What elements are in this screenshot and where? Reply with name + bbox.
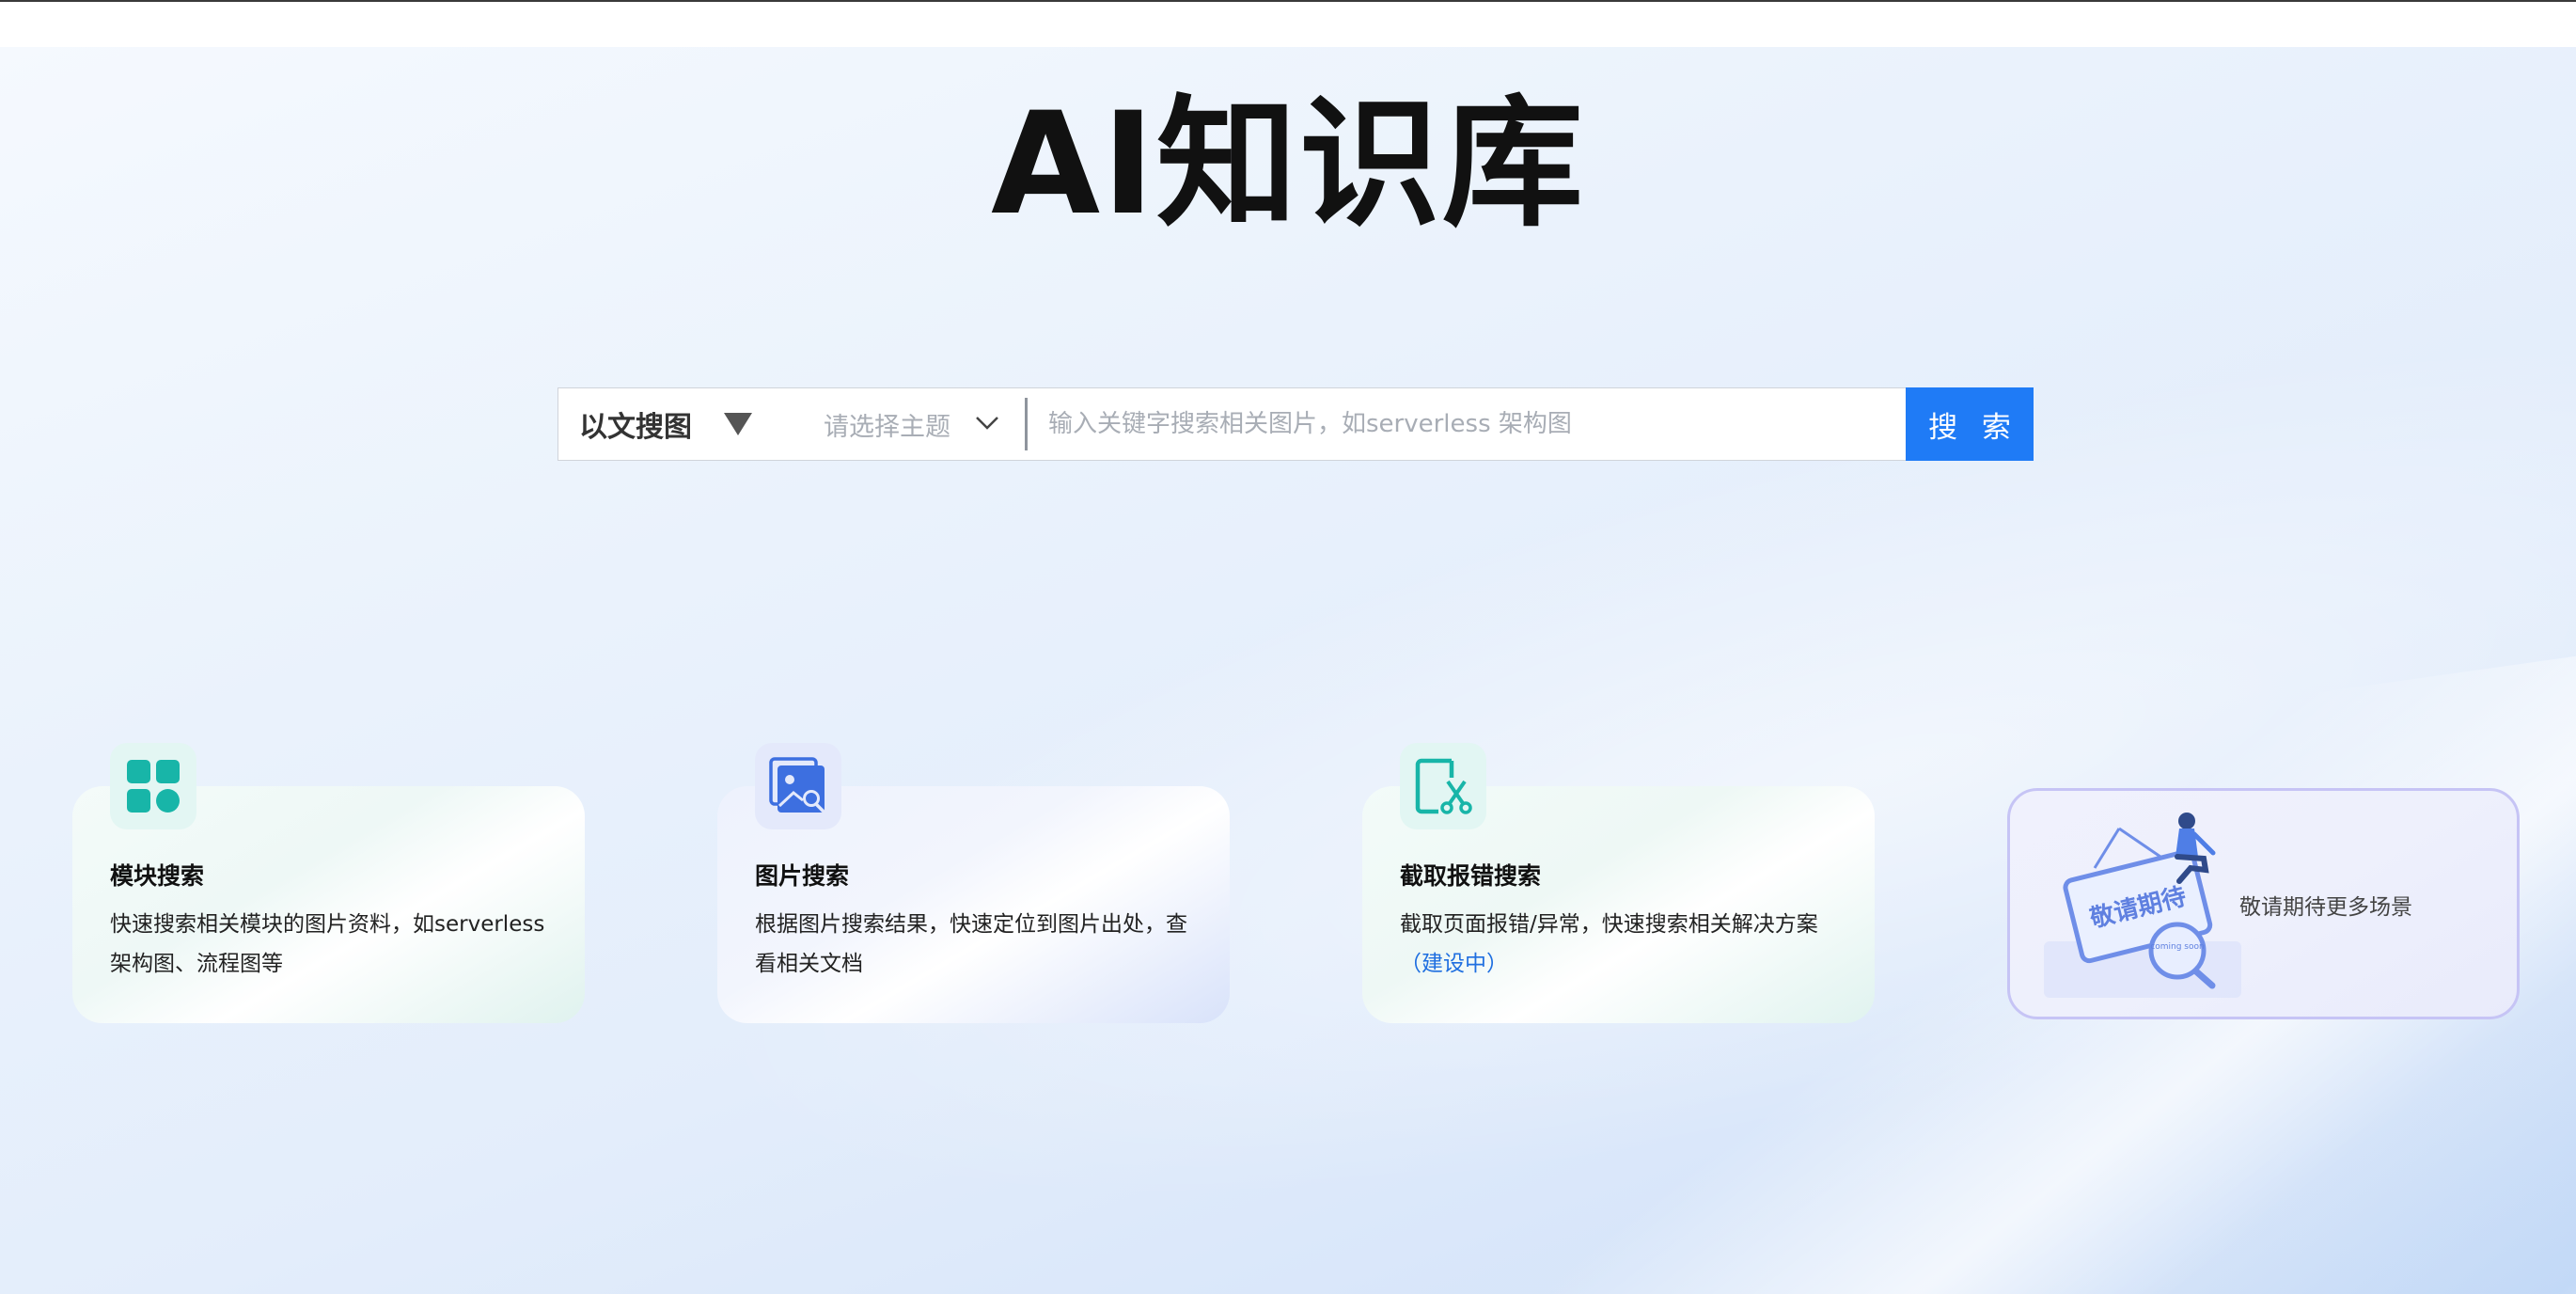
- grid-blocks-icon: [110, 743, 196, 829]
- chevron-down-icon: [976, 417, 998, 430]
- coming-soon-illustration: 敬请期待 coming soon: [2044, 813, 2241, 998]
- image-search-card[interactable]: 图片搜索 根据图片搜索结果，快速定位到图片出处，查看相关文档: [717, 743, 1230, 1023]
- card-description: 根据图片搜索结果，快速定位到图片出处，查看相关文档: [755, 912, 1187, 976]
- search-mode-select[interactable]: 以文搜图: [558, 388, 793, 460]
- topic-placeholder: 请选择主题: [824, 412, 950, 442]
- coming-soon-text: 敬请期待更多场景: [2239, 895, 2412, 920]
- screenshot-error-search-card[interactable]: 截取报错搜索 截取页面报错/异常，快速搜索相关解决方案 （建设中）: [1362, 743, 1875, 1023]
- module-search-card[interactable]: 模块搜索 快速搜索相关模块的图片资料，如serverless架构图、流程图等: [72, 743, 585, 1023]
- search-button[interactable]: 搜 索: [1906, 387, 2034, 461]
- card-title: 截取报错搜索: [1400, 862, 1542, 890]
- card-description: 快速搜索相关模块的图片资料，如serverless架构图、流程图等: [110, 912, 545, 976]
- keyword-search-input[interactable]: [1028, 388, 1906, 460]
- search-bar: 以文搜图 请选择主题 搜 索: [558, 387, 2034, 461]
- top-blank-strip: [0, 2, 2576, 47]
- status-under-construction: （建设中）: [1400, 952, 1508, 976]
- card-description: 截取页面报错/异常，快速搜索相关解决方案 （建设中）: [1400, 905, 1842, 984]
- screenshot-error-icon: [1400, 743, 1486, 829]
- caret-down-icon: [724, 413, 752, 435]
- search-mode-label: 以文搜图: [579, 411, 692, 444]
- card-title: 模块搜索: [110, 862, 205, 890]
- card-description-text: 截取页面报错/异常，快速搜索相关解决方案: [1400, 912, 1818, 937]
- coming-soon-card: 敬请期待 coming soon 敬请期待更多场景: [2007, 788, 2520, 1019]
- badge-text: coming soon: [2150, 942, 2204, 952]
- page-title: AI知识库: [991, 83, 1585, 246]
- topic-select[interactable]: 请选择主题: [793, 388, 1025, 460]
- card-title: 图片搜索: [755, 862, 850, 890]
- image-search-icon: [755, 743, 841, 829]
